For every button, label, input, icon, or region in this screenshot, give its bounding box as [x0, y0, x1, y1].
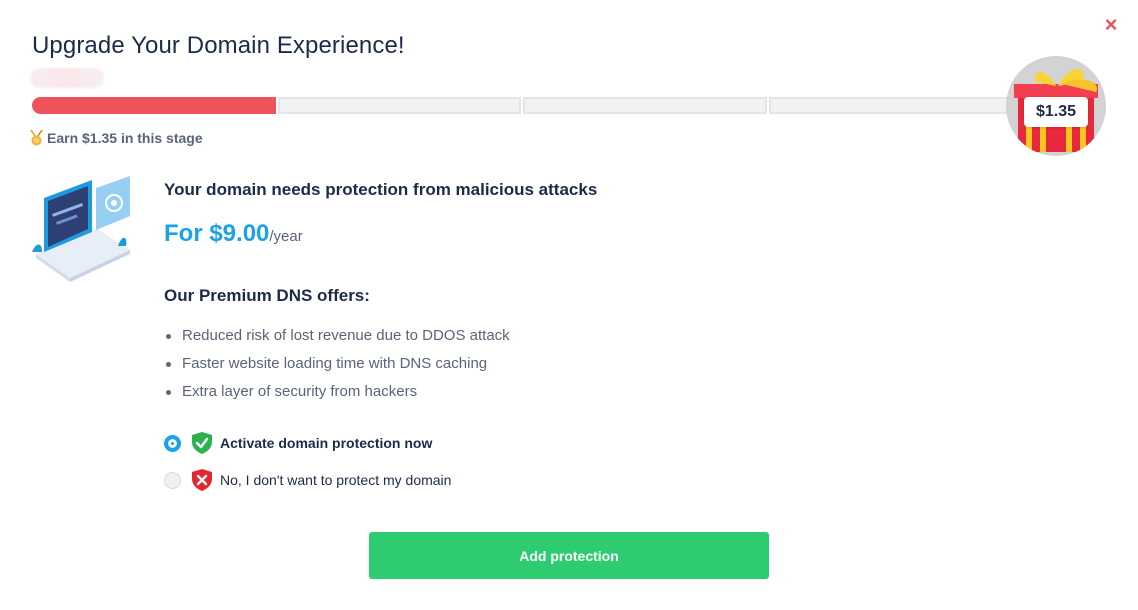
- feature-text: Extra layer of security from hackers: [182, 383, 418, 400]
- medal-icon: [30, 130, 43, 146]
- gift-reward-badge: $1.35: [1006, 56, 1106, 156]
- progress-segment-3: [523, 97, 767, 114]
- progress-segment-2: [277, 97, 521, 114]
- option-activate-protection[interactable]: Activate domain protection now: [164, 432, 432, 454]
- option-label: Activate domain protection now: [220, 435, 433, 451]
- close-icon[interactable]: ×: [1100, 14, 1122, 36]
- stage-progress-bar: [32, 97, 1012, 114]
- radio-selected[interactable]: [164, 434, 181, 452]
- feature-text: Reduced risk of lost revenue due to DDOS…: [182, 327, 510, 344]
- progress-segment-4: [768, 97, 1012, 114]
- list-item: Faster website loading time with DNS cac…: [164, 350, 510, 378]
- laptop-security-illustration: [32, 176, 130, 282]
- list-item: Extra layer of security from hackers: [164, 378, 510, 406]
- option-decline-protection[interactable]: No, I don't want to protect my domain: [164, 469, 451, 491]
- offer-headline: Your domain needs protection from malici…: [164, 180, 598, 199]
- earn-text: Earn $1.35 in this stage: [47, 130, 203, 146]
- add-protection-button[interactable]: Add protection: [369, 532, 769, 579]
- dialog-title: Upgrade Your Domain Experience!: [32, 32, 405, 59]
- bullet-icon: [166, 333, 171, 339]
- upgrade-dialog: × Upgrade Your Domain Experience! $1.35: [0, 0, 1138, 610]
- list-item: Reduced risk of lost revenue due to DDOS…: [164, 322, 510, 350]
- blurred-placeholder: [30, 68, 104, 88]
- earn-note: Earn $1.35 in this stage: [30, 130, 203, 146]
- bullet-icon: [166, 389, 171, 395]
- features-list: Reduced risk of lost revenue due to DDOS…: [164, 322, 510, 406]
- price-amount: For $9.00: [164, 220, 270, 247]
- option-label: No, I don't want to protect my domain: [220, 472, 452, 488]
- shield-x-icon: [192, 469, 212, 491]
- price-period: /year: [269, 228, 303, 245]
- features-title: Our Premium DNS offers:: [164, 286, 370, 305]
- offer-price: For $9.00/year: [164, 220, 303, 248]
- bullet-icon: [166, 361, 171, 367]
- shield-check-icon: [192, 432, 212, 454]
- feature-text: Faster website loading time with DNS cac…: [182, 355, 488, 372]
- reward-amount: $1.35: [1024, 97, 1088, 127]
- progress-segment-1: [32, 97, 276, 114]
- radio-unselected[interactable]: [164, 471, 181, 489]
